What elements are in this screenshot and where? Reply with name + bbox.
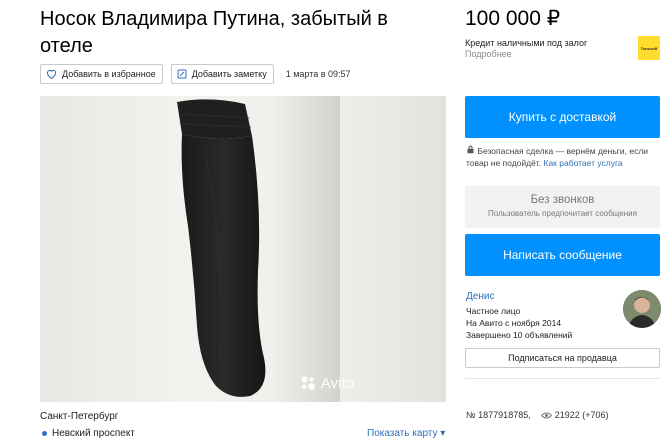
views-counter: 21922 (+706)	[540, 410, 609, 420]
seller-completed: Завершено 10 объявлений	[466, 330, 573, 340]
avito-logo-icon	[301, 376, 315, 391]
lock-icon	[467, 145, 474, 154]
metro-icon	[42, 431, 47, 436]
seller-name-link[interactable]: Денис	[466, 291, 494, 302]
heart-icon	[46, 69, 57, 79]
safe-deal-link[interactable]: Как работает услуга	[544, 158, 623, 168]
seller-since: На Авито с ноября 2014	[466, 318, 562, 328]
page-title: Носок Владимира Путина, забытый в отеле	[40, 8, 388, 57]
add-note-label: Добавить заметку	[191, 69, 267, 79]
buy-with-delivery-button[interactable]: Купить с доставкой	[465, 96, 660, 138]
eye-icon	[540, 412, 552, 418]
credit-more-link[interactable]: Подробнее	[465, 49, 512, 59]
price: 100 000 ₽	[465, 7, 561, 30]
bank-logo[interactable]: Тинькоff	[638, 36, 660, 60]
no-calls-box: Без звонков Пользователь предпочитает со…	[465, 186, 660, 228]
avatar[interactable]	[623, 290, 661, 328]
listing-actions: Добавить в избранное Добавить заметку 1 …	[40, 64, 351, 84]
listing-date: 1 марта в 09:57	[285, 69, 351, 79]
note-icon	[177, 69, 187, 79]
credit-offer: Кредит наличными под залог	[465, 38, 588, 48]
listing-number: № 1877918785,	[466, 410, 531, 420]
avito-watermark: Avito	[299, 374, 354, 392]
seller-photo	[623, 290, 661, 328]
location-city: Санкт-Петербург	[40, 411, 119, 422]
listing-stats: № 1877918785, 21922 (+706)	[466, 410, 609, 420]
seller-type: Частное лицо	[466, 306, 521, 316]
subscribe-seller-button[interactable]: Подписаться на продавца	[465, 348, 660, 368]
location-metro: Невский проспект	[40, 428, 135, 439]
metro-station: Невский проспект	[52, 428, 135, 439]
add-note-button[interactable]: Добавить заметку	[170, 64, 274, 84]
no-calls-title: Без звонков	[530, 194, 595, 206]
sock-image	[177, 96, 340, 402]
show-map-link[interactable]: Показать карту ▾	[367, 428, 445, 439]
safe-deal-info: Безопасная сделка — вернём деньги, если …	[466, 145, 649, 168]
add-favorite-button[interactable]: Добавить в избранное	[40, 64, 163, 84]
add-favorite-label: Добавить в избранное	[62, 69, 156, 79]
write-message-button[interactable]: Написать сообщение	[465, 234, 660, 276]
chevron-down-icon: ▾	[440, 428, 446, 439]
no-calls-subtitle: Пользователь предпочитает сообщения	[488, 209, 637, 218]
listing-photo[interactable]: Avito	[40, 96, 446, 402]
divider	[465, 378, 660, 379]
